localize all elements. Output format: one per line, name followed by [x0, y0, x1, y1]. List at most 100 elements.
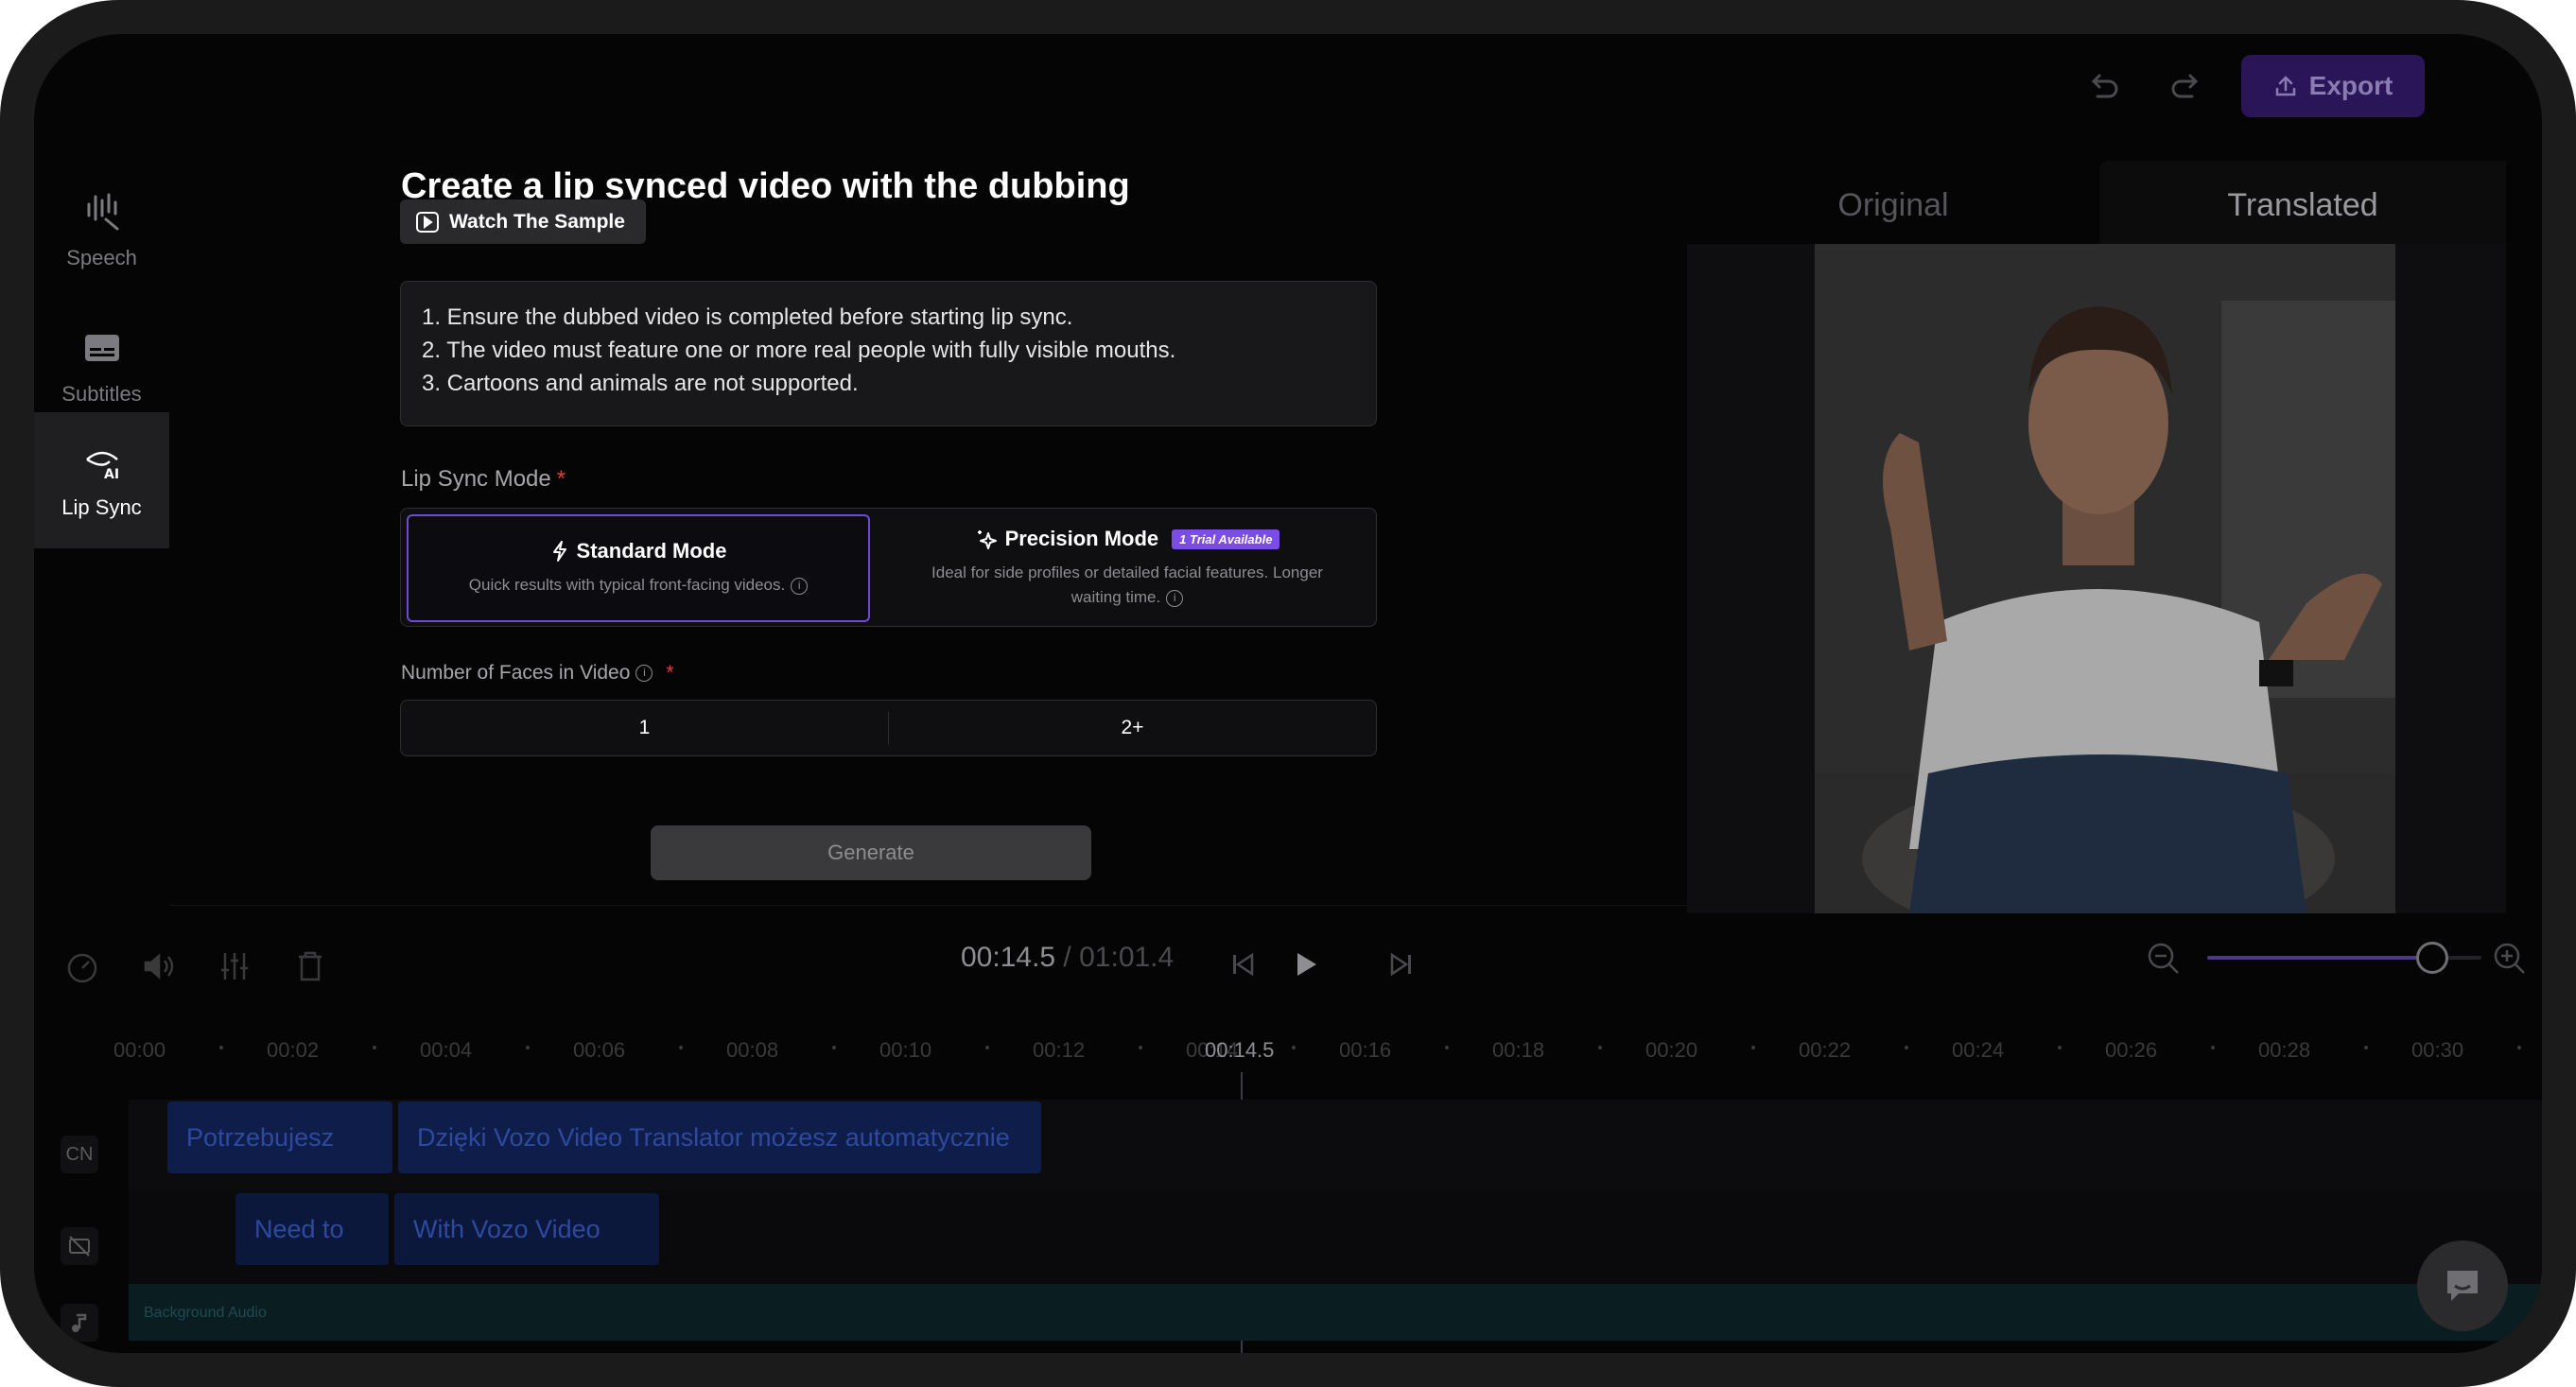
ruler-tick: 00:12: [1033, 1038, 1086, 1062]
divider: [169, 905, 1687, 906]
zoom-slider-handle[interactable]: [2415, 942, 2448, 974]
undo-icon: [2091, 74, 2118, 98]
ruler-dot: [2517, 1046, 2521, 1049]
watch-sample-button[interactable]: Watch The Sample: [400, 199, 646, 244]
ruler-dot: [1598, 1046, 1602, 1049]
faces-selector: 1 2+: [400, 700, 1377, 756]
ruler-tick: 00:24: [1952, 1038, 2005, 1062]
precision-mode-description-2: waiting time.: [1070, 588, 1161, 606]
faces-option-1[interactable]: 1: [401, 717, 888, 739]
ruler-dot: [1139, 1046, 1142, 1049]
undo-button[interactable]: [2084, 68, 2122, 106]
ruler-tick: 00:30: [2411, 1038, 2464, 1062]
sidebar-item-label: Lip Sync: [61, 495, 142, 519]
play-icon[interactable]: [1286, 945, 1324, 983]
sidebar-item-label: Speech: [66, 246, 137, 269]
trash-icon[interactable]: [291, 947, 329, 985]
sidebar-item-lip-sync[interactable]: AI Lip Sync: [34, 412, 169, 548]
ruler-dot: [2364, 1046, 2368, 1049]
track-label-original: [61, 1227, 98, 1265]
trial-badge: 1 Trial Available: [1172, 529, 1280, 549]
lip-sync-mode-selector: Standard Mode Quick results with typical…: [400, 508, 1377, 627]
playhead-label: 00:14.5: [1205, 1038, 1275, 1062]
standard-mode-option[interactable]: Standard Mode Quick results with typical…: [407, 514, 870, 622]
ruler-tick: 00:10: [879, 1038, 932, 1062]
ruler-tick: 00:04: [420, 1038, 473, 1062]
ruler-tick: 00:20: [1645, 1038, 1698, 1062]
ruler-dot: [2058, 1046, 2062, 1049]
ruler-dot: [1445, 1046, 1449, 1049]
watch-sample-label: Watch The Sample: [449, 210, 625, 233]
lightning-icon: [552, 541, 566, 562]
current-time: 00:14.5: [961, 942, 1056, 973]
ruler-dot: [1292, 1046, 1296, 1049]
ruler-dot: [2211, 1046, 2215, 1049]
ruler-tick: 00:28: [2258, 1038, 2311, 1062]
svg-text:AI: AI: [104, 467, 119, 482]
generate-button[interactable]: Generate: [651, 825, 1091, 880]
export-button[interactable]: Export: [2241, 55, 2425, 117]
note-line: 2. The video must feature one or more re…: [422, 338, 1176, 363]
device-frame: Speech Subtitles AI Lip Sync Export Crea…: [0, 0, 2576, 1387]
subtitles-icon: [84, 335, 119, 361]
background-audio-track[interactable]: Background Audio: [129, 1284, 2542, 1341]
zoom-out-icon[interactable]: [2145, 940, 2183, 978]
info-icon[interactable]: i: [1166, 589, 1184, 607]
lip-sync-ai-icon: AI: [85, 451, 119, 482]
zoom-slider[interactable]: [2207, 942, 2481, 974]
subtitle-clip[interactable]: Dzięki Vozo Video Translator możesz auto…: [398, 1101, 1041, 1173]
play-box-icon: [416, 211, 439, 233]
info-icon[interactable]: i: [791, 577, 809, 595]
note-line: 3. Cartoons and animals are not supporte…: [422, 371, 859, 396]
music-note-icon: [72, 1313, 87, 1332]
faces-label-text: Number of Faces in Video: [401, 662, 631, 684]
sidebar-item-label: Subtitles: [61, 382, 142, 406]
person-illustration: [1815, 244, 2395, 913]
subtitle-clip[interactable]: With Vozo Video: [394, 1193, 659, 1265]
required-mark: *: [666, 662, 674, 684]
zoom-in-icon[interactable]: [2491, 940, 2529, 978]
skip-forward-icon[interactable]: [1384, 947, 1419, 981]
ruler-tick: 00:00: [113, 1038, 166, 1062]
ruler-tick: 00:08: [726, 1038, 779, 1062]
standard-mode-title: Standard Mode: [576, 539, 727, 563]
upload-icon: [2275, 76, 2295, 96]
background-audio-label: Background Audio: [144, 1305, 267, 1321]
ruler-tick: 00:02: [267, 1038, 320, 1062]
ruler-dot: [1751, 1046, 1755, 1049]
volume-icon[interactable]: [140, 947, 178, 985]
precision-mode-description: Ideal for side profiles or detailed faci…: [931, 563, 1323, 581]
total-time: 01:01.4: [1079, 942, 1175, 973]
subtitle-clip[interactable]: Potrzebujesz: [167, 1101, 392, 1173]
redo-button[interactable]: [2167, 68, 2205, 106]
ruler-dot: [526, 1046, 530, 1049]
subtitle-clip[interactable]: Need to: [235, 1193, 389, 1265]
chat-icon: [2447, 1271, 2478, 1301]
ruler-tick: 00:22: [1799, 1038, 1852, 1062]
track-label-cn: CN: [61, 1136, 98, 1173]
precision-mode-title: Precision Mode: [1004, 527, 1159, 550]
tab-translated[interactable]: Translated: [2099, 161, 2506, 250]
info-icon[interactable]: i: [635, 665, 653, 683]
ruler-tick: 00:18: [1492, 1038, 1545, 1062]
equalizer-icon[interactable]: [216, 947, 253, 985]
subtitles-off-icon: [69, 1236, 90, 1257]
ruler-dot: [373, 1046, 376, 1049]
faces-option-2-plus[interactable]: 2+: [889, 717, 1376, 739]
redo-icon: [2171, 74, 2199, 98]
waveform-icon: [87, 193, 118, 231]
time-separator: /: [1055, 942, 1080, 973]
ruler-dot: [1905, 1046, 1908, 1049]
precision-mode-option[interactable]: Precision Mode 1 Trial Available Ideal f…: [881, 514, 1373, 622]
requirements-notes: 1. Ensure the dubbed video is completed …: [400, 281, 1377, 426]
skip-back-icon[interactable]: [1226, 947, 1260, 981]
tab-original[interactable]: Original: [1687, 161, 2099, 250]
standard-mode-description: Quick results with typical front-facing …: [468, 576, 786, 594]
chat-button[interactable]: [2417, 1240, 2508, 1331]
ruler-tick: 00:26: [2105, 1038, 2158, 1062]
speed-icon[interactable]: [63, 947, 101, 985]
zoom-slider-fill: [2207, 956, 2432, 960]
video-frame: [1815, 244, 2395, 913]
track-label-audio: [61, 1304, 98, 1342]
sidebar-item-speech[interactable]: Speech: [34, 163, 169, 299]
